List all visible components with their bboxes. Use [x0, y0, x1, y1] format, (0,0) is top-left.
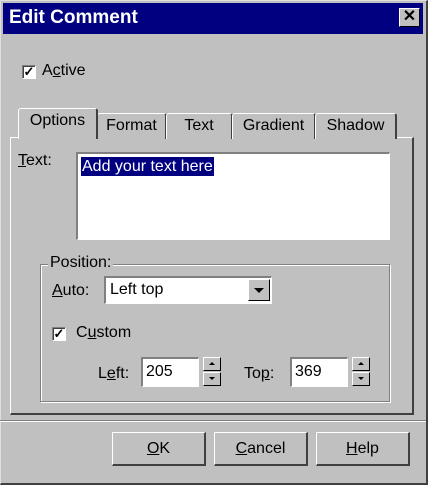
text-label: Text:	[18, 152, 52, 169]
tab-text[interactable]: Text	[166, 113, 233, 139]
comment-text-input[interactable]: Add your text here	[76, 152, 390, 240]
top-value-input[interactable]: 369	[290, 357, 348, 387]
auto-position-value: Left top	[110, 281, 164, 298]
position-group-label: Position:	[48, 254, 114, 272]
arrow-down-icon	[358, 377, 364, 380]
arrow-up-icon	[358, 362, 364, 365]
custom-label[interactable]: Custom	[76, 324, 131, 342]
cancel-button[interactable]: Cancel	[214, 432, 308, 466]
top-spin-up[interactable]	[352, 357, 370, 371]
title-bar[interactable]: Edit Comment ✕	[3, 3, 423, 34]
close-button[interactable]: ✕	[399, 8, 420, 27]
dialog-title: Edit Comment	[9, 7, 138, 28]
active-checkbox[interactable]: ✓	[22, 65, 36, 79]
tab-format[interactable]: Format	[97, 113, 167, 139]
top-spin-down[interactable]	[352, 372, 370, 386]
top-label: Top:	[244, 365, 275, 382]
tab-shadow[interactable]: Shadow	[315, 113, 397, 139]
tab-gradient[interactable]: Gradient	[232, 113, 316, 139]
left-label: Left:	[98, 365, 130, 382]
help-button[interactable]: Help	[316, 432, 410, 466]
checkmark-icon: ✓	[53, 326, 65, 341]
active-label[interactable]: Active	[42, 62, 86, 80]
close-icon: ✕	[402, 8, 417, 25]
checkmark-icon: ✓	[23, 64, 35, 79]
chevron-down-icon	[254, 288, 264, 293]
selected-text: Add your text here	[81, 157, 214, 176]
tab-options[interactable]: Options	[18, 108, 98, 139]
left-value-input[interactable]: 205	[141, 357, 199, 387]
auto-label: Auto:	[52, 282, 90, 299]
separator	[0, 420, 426, 422]
ok-button[interactable]: OK	[112, 432, 206, 466]
custom-checkbox[interactable]: ✓	[52, 327, 66, 341]
auto-position-select[interactable]: Left top	[104, 276, 272, 304]
arrow-down-icon	[209, 377, 215, 380]
left-spin-down[interactable]	[203, 372, 221, 386]
dropdown-button[interactable]	[248, 279, 270, 301]
arrow-up-icon	[209, 362, 215, 365]
left-spin-up[interactable]	[203, 357, 221, 371]
